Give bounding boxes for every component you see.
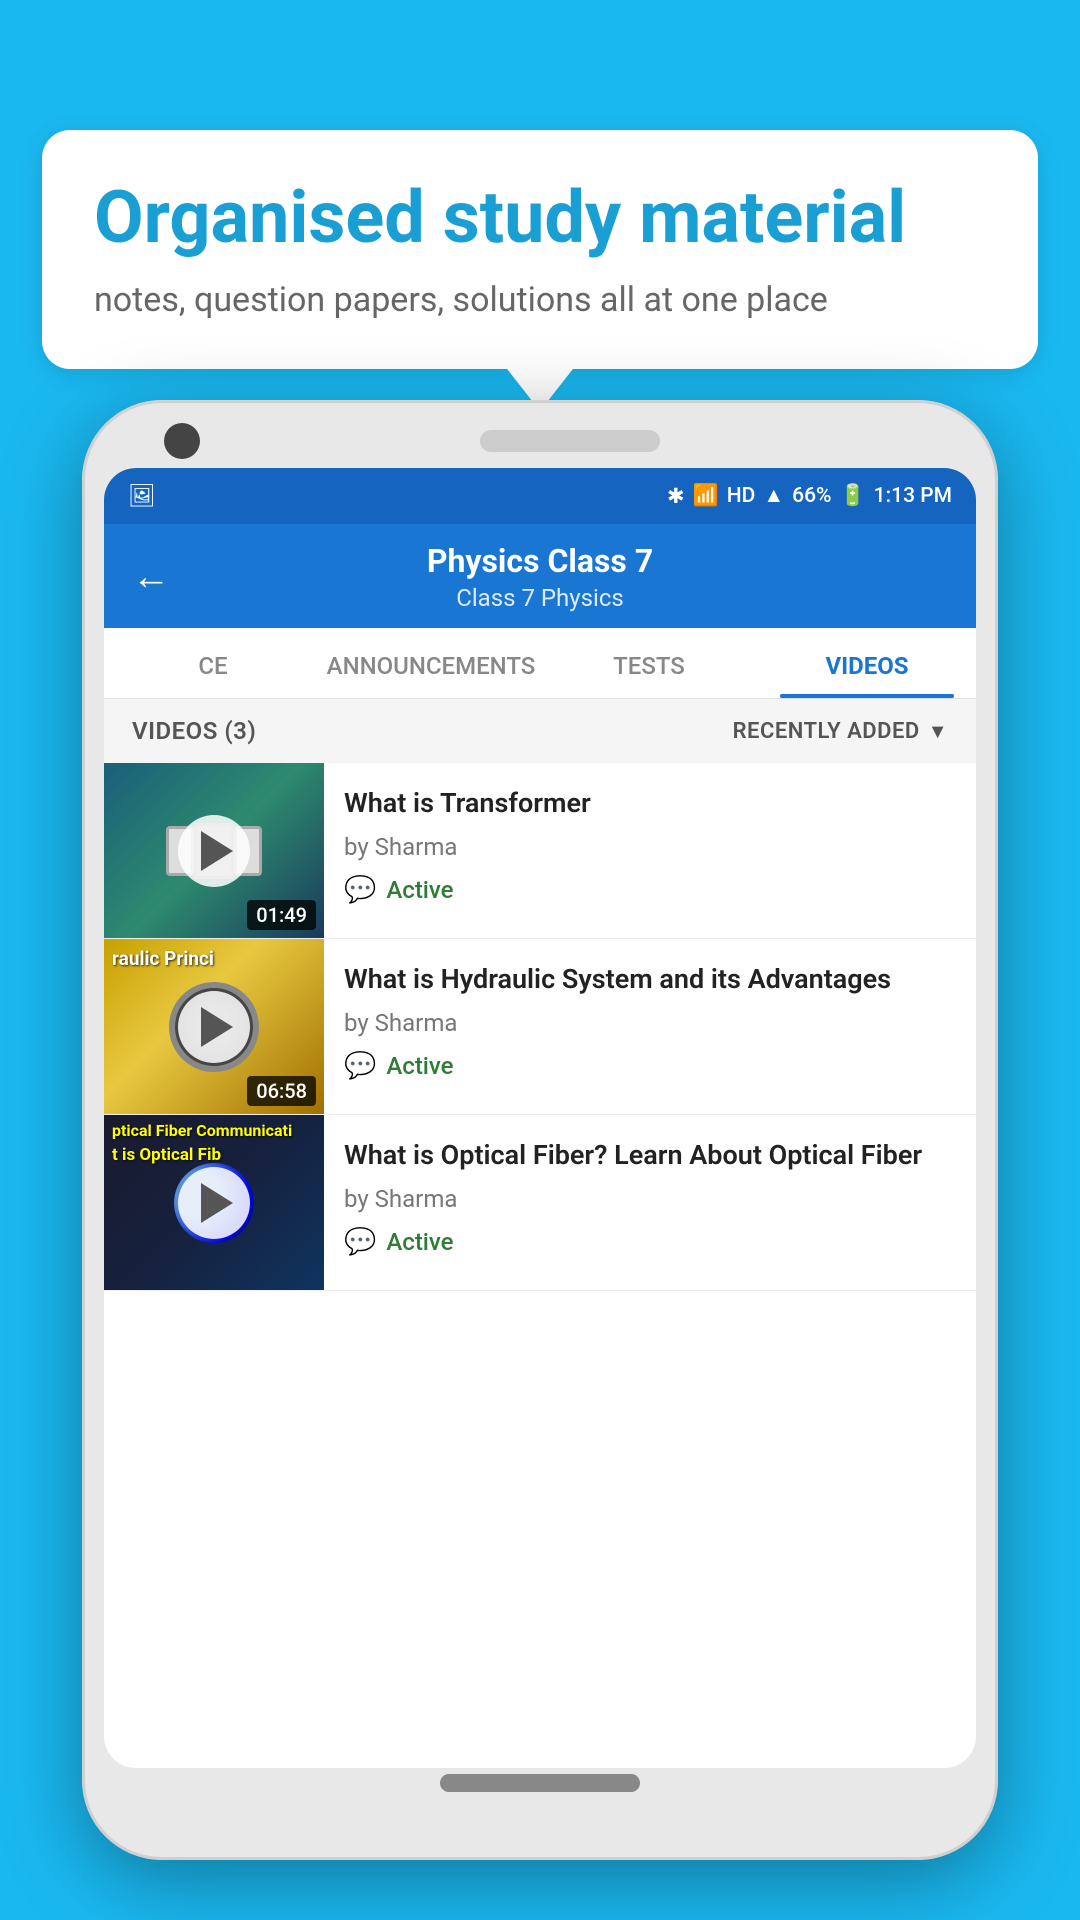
video-status-2: 💬 Active <box>344 1051 956 1081</box>
back-button[interactable]: ← <box>132 558 170 596</box>
play-icon-2 <box>201 1007 233 1047</box>
bubble-subtitle: notes, question papers, solutions all at… <box>94 277 986 325</box>
phone-speaker <box>480 430 660 452</box>
sort-label: RECENTLY ADDED <box>733 719 920 744</box>
play-button-3[interactable] <box>178 1167 250 1239</box>
bubble-title: Organised study material <box>94 178 986 257</box>
sort-dropdown[interactable]: RECENTLY ADDED ▼ <box>733 719 948 744</box>
status-right: ✱ 📶 HD ▲ 66% 🔋 1:13 PM <box>667 484 952 509</box>
chevron-down-icon: ▼ <box>928 719 948 744</box>
time: 1:13 PM <box>874 484 952 508</box>
battery-percent: 66% <box>792 484 831 508</box>
play-button-2[interactable] <box>178 991 250 1063</box>
tabs-bar: CE ANNOUNCEMENTS TESTS VIDEOS <box>104 628 976 699</box>
play-overlay-3 <box>104 1115 324 1290</box>
video-info-1: What is Transformer by Sharma 💬 Active <box>324 763 976 921</box>
phone-home-area <box>104 1768 976 1798</box>
video-item-3[interactable]: ptical Fiber Communicati t is Optical Fi… <box>104 1115 976 1291</box>
play-button-1[interactable] <box>178 815 250 887</box>
status-label-2: Active <box>386 1052 453 1080</box>
video-status-1: 💬 Active <box>344 875 956 905</box>
tab-videos[interactable]: VIDEOS <box>758 628 976 698</box>
video-duration-1: 01:49 <box>247 900 316 930</box>
video-thumbnail-3: ptical Fiber Communicati t is Optical Fi… <box>104 1115 324 1290</box>
battery-icon: 🔋 <box>840 484 866 508</box>
play-icon-1 <box>201 831 233 871</box>
header-breadcrumb: Class 7 Physics <box>194 584 886 612</box>
signal-icon: 📶 <box>693 484 719 508</box>
video-info-3: What is Optical Fiber? Learn About Optic… <box>324 1115 976 1273</box>
video-info-2: What is Hydraulic System and its Advanta… <box>324 939 976 1097</box>
status-left: 🖼 <box>128 484 156 509</box>
app-header: ← Physics Class 7 Class 7 Physics <box>104 524 976 628</box>
speech-bubble: Organised study material notes, question… <box>42 130 1038 369</box>
video-item-2[interactable]: raulic Princi 06:58 What is Hydraulic Sy… <box>104 939 976 1115</box>
video-author-2: by Sharma <box>344 1009 956 1037</box>
tab-ce[interactable]: CE <box>104 628 322 698</box>
video-thumbnail-1: 01:49 <box>104 763 324 938</box>
hd-badge: HD <box>727 484 756 508</box>
video-thumbnail-2: raulic Princi 06:58 <box>104 939 324 1114</box>
tab-tests[interactable]: TESTS <box>540 628 758 698</box>
videos-count: VIDEOS (3) <box>132 717 256 745</box>
bluetooth-icon: ✱ <box>667 484 685 509</box>
video-title-1: What is Transformer <box>344 785 956 821</box>
chat-icon-2: 💬 <box>344 1051 376 1081</box>
play-icon-3 <box>201 1183 233 1223</box>
video-author-3: by Sharma <box>344 1185 956 1213</box>
phone-screen: 🖼 ✱ 📶 HD ▲ 66% 🔋 1:13 PM ← Physics Class… <box>104 468 976 1768</box>
video-item[interactable]: 01:49 What is Transformer by Sharma 💬 Ac… <box>104 763 976 939</box>
phone-shell: 🖼 ✱ 📶 HD ▲ 66% 🔋 1:13 PM ← Physics Class… <box>82 400 998 1860</box>
header-title-area: Physics Class 7 Class 7 Physics <box>194 542 886 612</box>
home-pill <box>440 1774 640 1792</box>
video-status-3: 💬 Active <box>344 1227 956 1257</box>
video-author-1: by Sharma <box>344 833 956 861</box>
status-bar: 🖼 ✱ 📶 HD ▲ 66% 🔋 1:13 PM <box>104 468 976 524</box>
filter-bar: VIDEOS (3) RECENTLY ADDED ▼ <box>104 699 976 763</box>
chat-icon-1: 💬 <box>344 875 376 905</box>
video-title-2: What is Hydraulic System and its Advanta… <box>344 961 956 997</box>
status-label-1: Active <box>386 876 453 904</box>
status-label-3: Active <box>386 1228 453 1256</box>
video-title-3: What is Optical Fiber? Learn About Optic… <box>344 1137 956 1173</box>
video-list: 01:49 What is Transformer by Sharma 💬 Ac… <box>104 763 976 1291</box>
phone-top-bar <box>104 430 976 452</box>
video-duration-2: 06:58 <box>247 1076 316 1106</box>
tab-announcements[interactable]: ANNOUNCEMENTS <box>322 628 540 698</box>
phone-camera <box>164 423 200 459</box>
photo-icon: 🖼 <box>128 484 156 509</box>
wifi-icon: ▲ <box>763 484 784 508</box>
header-main-title: Physics Class 7 <box>194 542 886 580</box>
chat-icon-3: 💬 <box>344 1227 376 1257</box>
